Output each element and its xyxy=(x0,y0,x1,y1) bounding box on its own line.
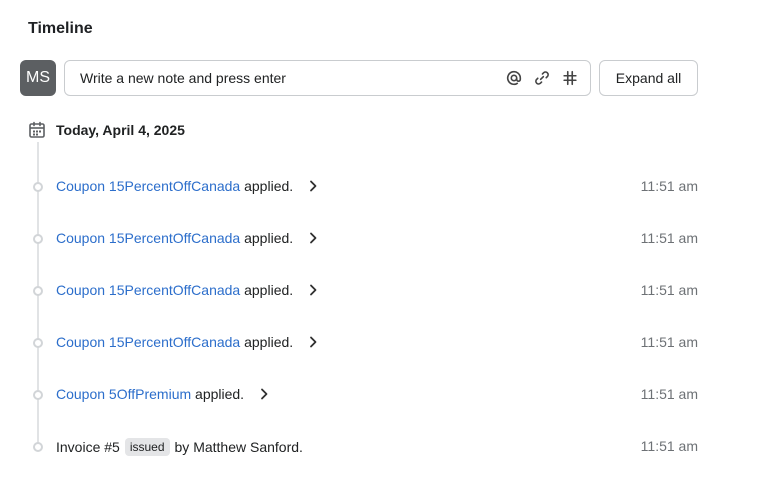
chevron-right-icon[interactable] xyxy=(305,282,321,298)
calendar-icon xyxy=(28,120,48,140)
timeline-dot xyxy=(33,234,43,244)
note-actions xyxy=(504,68,590,88)
event-time: 11:51 am xyxy=(640,438,698,454)
event-text: Coupon 15PercentOffCanada applied. xyxy=(56,178,321,194)
day-header: Today, April 4, 2025 xyxy=(28,120,185,140)
invoice-label: Invoice #5 xyxy=(56,439,120,455)
coupon-link[interactable]: Coupon 15PercentOffCanada xyxy=(56,282,240,298)
attach-icon[interactable] xyxy=(532,68,552,88)
event-text: Coupon 15PercentOffCanada applied. xyxy=(56,334,321,350)
event-time: 11:51 am xyxy=(640,334,698,350)
coupon-link[interactable]: Coupon 5OffPremium xyxy=(56,386,191,402)
event-time: 11:51 am xyxy=(640,178,698,194)
event-description: applied. xyxy=(244,178,294,194)
timeline-event: Coupon 15PercentOffCanada applied. 11:51… xyxy=(0,227,757,251)
event-time: 11:51 am xyxy=(640,282,698,298)
timeline-event: Coupon 5OffPremium applied. 11:51 am xyxy=(0,383,757,407)
event-description: applied. xyxy=(244,282,294,298)
event-description: applied. xyxy=(244,334,294,350)
status-badge: issued xyxy=(124,438,170,456)
timeline-dot xyxy=(33,286,43,296)
chevron-right-icon[interactable] xyxy=(305,334,321,350)
timeline-dot xyxy=(33,182,43,192)
timeline-dot xyxy=(33,442,43,452)
timeline-dot xyxy=(33,338,43,348)
timeline-event: Coupon 15PercentOffCanada applied. 11:51… xyxy=(0,279,757,303)
day-label: Today, April 4, 2025 xyxy=(56,122,185,138)
event-description: applied. xyxy=(244,230,294,246)
expand-all-button[interactable]: Expand all xyxy=(599,60,698,96)
chevron-right-icon[interactable] xyxy=(256,386,272,402)
event-description: applied. xyxy=(195,386,245,402)
timeline-title: Timeline xyxy=(28,20,93,37)
timeline-dot xyxy=(33,390,43,400)
hashtag-icon[interactable] xyxy=(560,68,580,88)
event-text: Coupon 5OffPremium applied. xyxy=(56,386,272,402)
coupon-link[interactable]: Coupon 15PercentOffCanada xyxy=(56,230,240,246)
event-text: Invoice #5 issued by Matthew Sanford. xyxy=(56,438,303,456)
note-input[interactable] xyxy=(65,61,504,95)
event-time: 11:51 am xyxy=(640,230,698,246)
invoice-suffix: by Matthew Sanford. xyxy=(174,439,303,455)
invoice-event: Invoice #5 issued by Matthew Sanford. 11… xyxy=(0,435,757,459)
timeline-event: Coupon 15PercentOffCanada applied. 11:51… xyxy=(0,175,757,199)
event-text: Coupon 15PercentOffCanada applied. xyxy=(56,230,321,246)
event-text: Coupon 15PercentOffCanada applied. xyxy=(56,282,321,298)
coupon-link[interactable]: Coupon 15PercentOffCanada xyxy=(56,334,240,350)
chevron-right-icon[interactable] xyxy=(305,178,321,194)
avatar: MS xyxy=(20,60,56,96)
note-field xyxy=(64,60,591,96)
mention-icon[interactable] xyxy=(504,68,524,88)
timeline-event: Coupon 15PercentOffCanada applied. 11:51… xyxy=(0,331,757,355)
event-time: 11:51 am xyxy=(640,386,698,402)
coupon-link[interactable]: Coupon 15PercentOffCanada xyxy=(56,178,240,194)
chevron-right-icon[interactable] xyxy=(305,230,321,246)
